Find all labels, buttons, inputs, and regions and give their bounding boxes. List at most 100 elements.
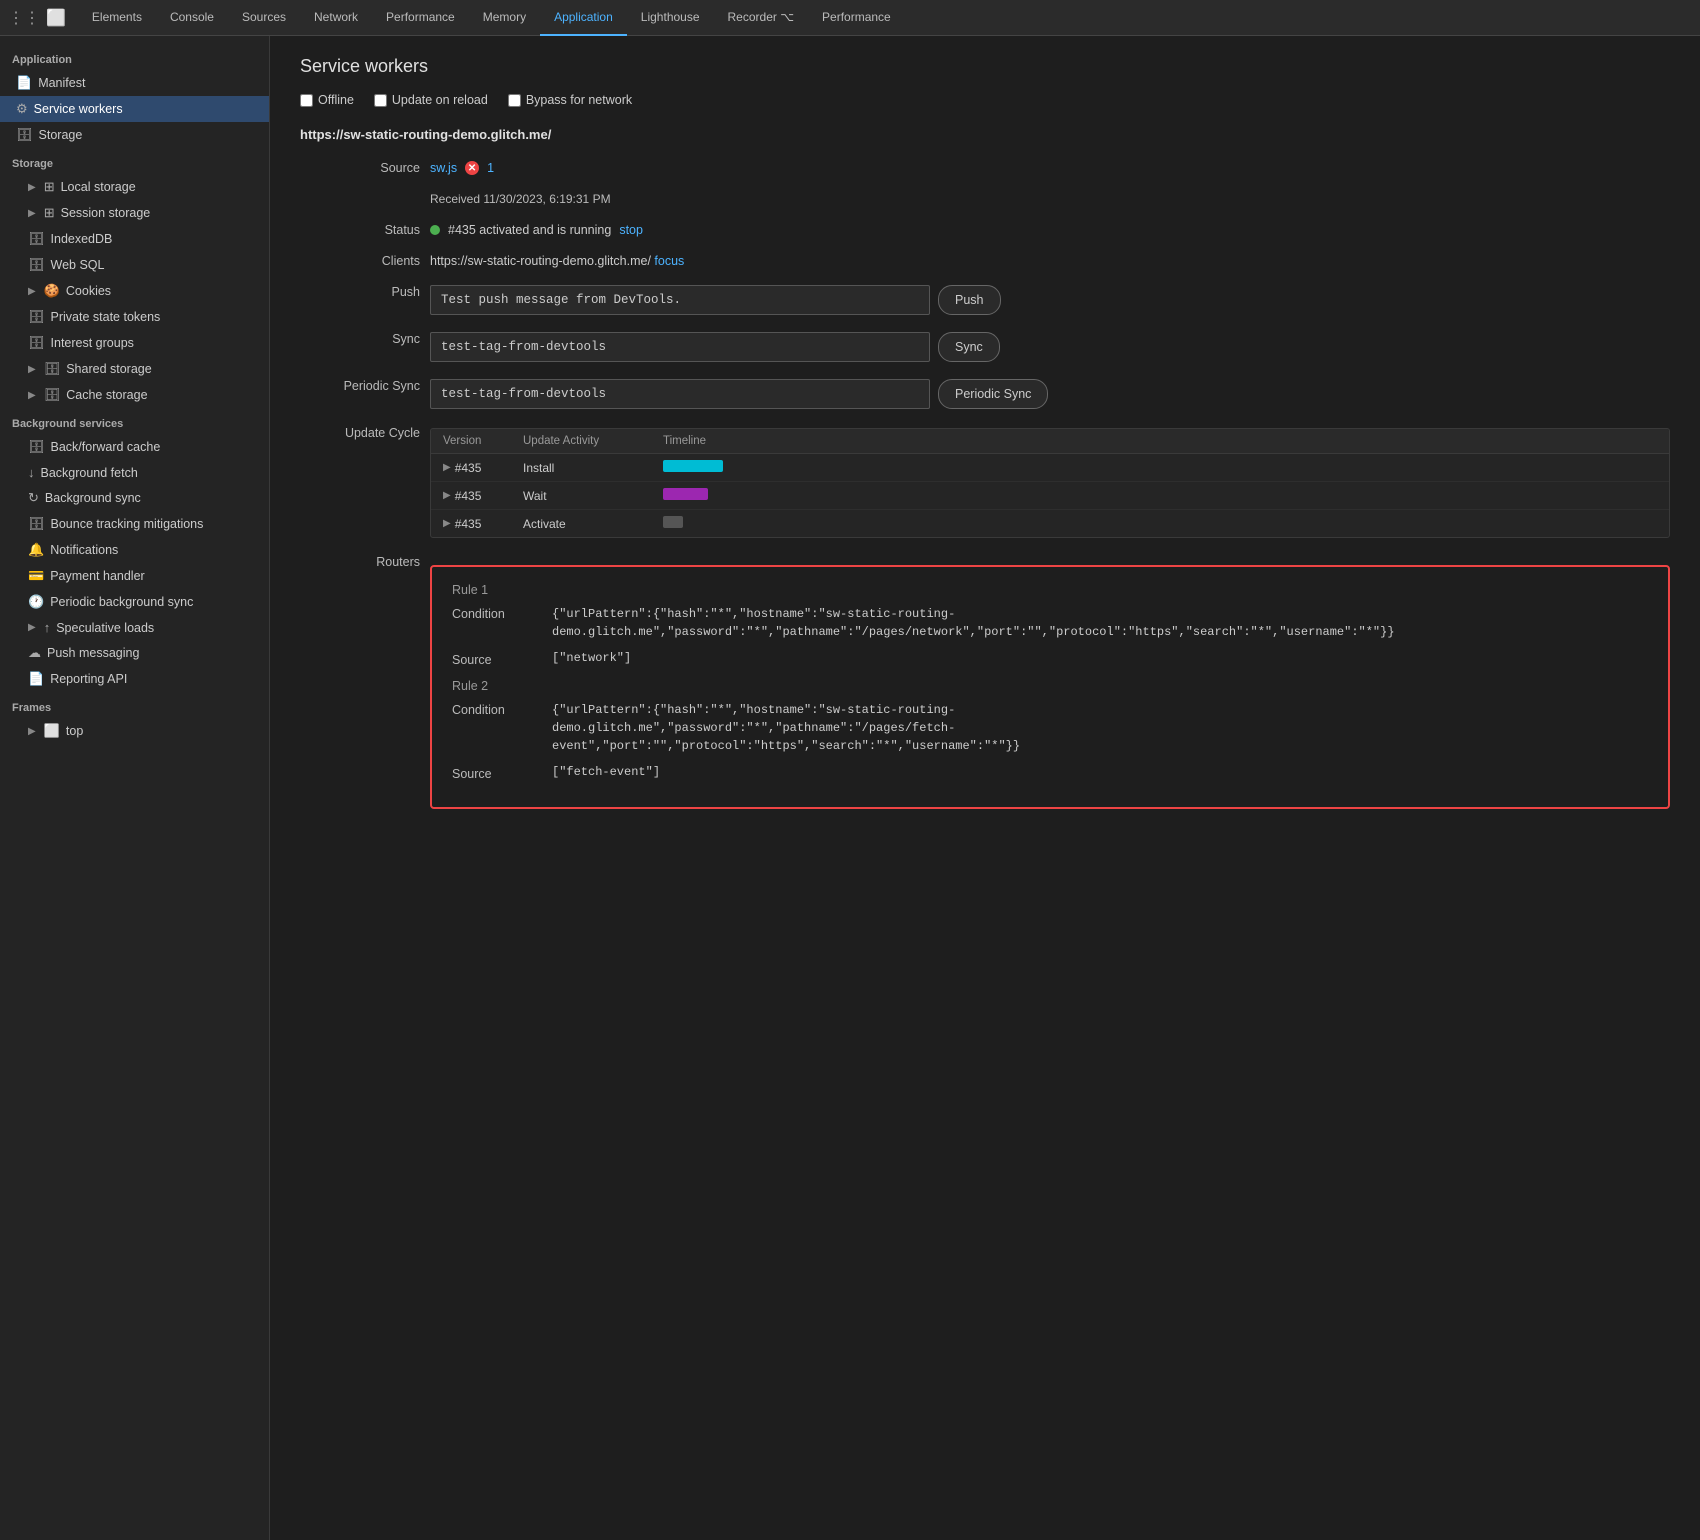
version-num-wait: #435 xyxy=(455,489,482,503)
sidebar-item-private-state[interactable]: 🗄 Private state tokens xyxy=(0,304,269,330)
rule1-condition-value: {"urlPattern":{"hash":"*","hostname":"sw… xyxy=(552,605,1012,641)
sidebar-shared-storage-label: Shared storage xyxy=(66,362,151,376)
sidebar-item-speculative-loads[interactable]: ▶ ↑ Speculative loads xyxy=(0,615,269,640)
sidebar-item-cookies[interactable]: ▶ 🍪 Cookies xyxy=(0,278,269,304)
cookies-icon: 🍪 xyxy=(44,283,60,299)
source-error-num[interactable]: 1 xyxy=(487,161,494,175)
expand-arrow-local: ▶ xyxy=(28,182,36,193)
bypass-for-network-checkbox[interactable] xyxy=(508,94,521,107)
version-arrow-activate: ▶ xyxy=(443,518,451,529)
periodic-sync-label: Periodic Sync xyxy=(300,374,420,393)
periodic-sync-input[interactable] xyxy=(430,379,930,409)
version-arrow-install: ▶ xyxy=(443,462,451,473)
sidebar-item-bg-sync[interactable]: ↻ Background sync xyxy=(0,485,269,511)
rule1-source-value: ["network"] xyxy=(552,651,631,665)
sidebar-item-indexeddb[interactable]: 🗄 IndexedDB xyxy=(0,226,269,252)
tab-console[interactable]: Console xyxy=(156,0,228,36)
source-error-icon: ✕ xyxy=(465,161,479,175)
devtools-icon[interactable]: ⋮⋮ xyxy=(8,8,40,28)
update-on-reload-checkbox-label[interactable]: Update on reload xyxy=(374,93,488,107)
push-field-row: Push Push xyxy=(300,280,1670,315)
sidebar-item-notifications[interactable]: 🔔 Notifications xyxy=(0,537,269,563)
rule1-condition-label: Condition xyxy=(452,605,542,621)
expand-arrow-shared: ▶ xyxy=(28,364,36,375)
sidebar-item-session-storage[interactable]: ▶ ⊞ Session storage xyxy=(0,200,269,226)
notifications-icon: 🔔 xyxy=(28,542,44,558)
sidebar-item-bounce-tracking[interactable]: 🗄 Bounce tracking mitigations xyxy=(0,511,269,537)
sw-url: https://sw-static-routing-demo.glitch.me… xyxy=(300,127,1670,142)
sidebar-item-cache-storage[interactable]: ▶ 🗄 Cache storage xyxy=(0,382,269,408)
tab-lighthouse[interactable]: Lighthouse xyxy=(627,0,714,36)
reporting-api-icon: 📄 xyxy=(28,671,44,687)
sidebar-back-forward-label: Back/forward cache xyxy=(51,440,161,454)
bar-activate xyxy=(663,516,683,528)
update-on-reload-label: Update on reload xyxy=(392,93,488,107)
sync-input[interactable] xyxy=(430,332,930,362)
sidebar-item-websql[interactable]: 🗄 Web SQL xyxy=(0,252,269,278)
source-row: sw.js ✕ 1 xyxy=(430,161,1670,175)
sidebar-item-push-messaging[interactable]: ☁ Push messaging xyxy=(0,640,269,666)
col-version: Version xyxy=(443,435,523,447)
update-cycle-row-install: ▶ #435 Install xyxy=(431,454,1669,482)
tab-perf2[interactable]: Performance xyxy=(808,0,905,36)
clients-field-row: Clients https://sw-static-routing-demo.g… xyxy=(300,249,1670,268)
push-input-row: Push xyxy=(430,285,1670,315)
source-label: Source xyxy=(300,156,420,175)
routers-value: Rule 1 Condition {"urlPattern":{"hash":"… xyxy=(430,550,1670,809)
sidebar-item-manifest[interactable]: 📄 Manifest xyxy=(0,70,269,96)
tab-elements[interactable]: Elements xyxy=(78,0,156,36)
offline-checkbox-label[interactable]: Offline xyxy=(300,93,354,107)
sidebar-item-reporting-api[interactable]: 📄 Reporting API xyxy=(0,666,269,692)
sidebar-item-service-workers[interactable]: ⚙ Service workers xyxy=(0,96,269,122)
tab-sources[interactable]: Sources xyxy=(228,0,300,36)
tab-bar: ⋮⋮ ⬜ Elements Console Sources Network Pe… xyxy=(0,0,1700,36)
manifest-icon: 📄 xyxy=(16,75,32,91)
tab-network[interactable]: Network xyxy=(300,0,372,36)
push-button[interactable]: Push xyxy=(938,285,1001,315)
sidebar-item-interest-groups[interactable]: 🗄 Interest groups xyxy=(0,330,269,356)
sidebar-websql-label: Web SQL xyxy=(51,258,105,272)
bypass-for-network-checkbox-label[interactable]: Bypass for network xyxy=(508,93,632,107)
sidebar-item-storage-main[interactable]: 🗄 Storage xyxy=(0,122,269,148)
version-cell-435-wait: ▶ #435 xyxy=(443,489,523,503)
status-text: #435 activated and is running xyxy=(448,223,611,237)
shared-storage-icon: 🗄 xyxy=(44,361,61,377)
update-on-reload-checkbox[interactable] xyxy=(374,94,387,107)
periodic-sync-button[interactable]: Periodic Sync xyxy=(938,379,1048,409)
sidebar-item-bg-fetch[interactable]: ↓ Background fetch xyxy=(0,460,269,485)
sidebar-item-shared-storage[interactable]: ▶ 🗄 Shared storage xyxy=(0,356,269,382)
sidebar-item-local-storage[interactable]: ▶ ⊞ Local storage xyxy=(0,174,269,200)
tab-application[interactable]: Application xyxy=(540,0,627,36)
sidebar-manifest-label: Manifest xyxy=(38,76,85,90)
sidebar-interest-groups-label: Interest groups xyxy=(51,336,134,350)
tab-recorder[interactable]: Recorder ⌥ xyxy=(714,0,809,36)
col-update-activity: Update Activity xyxy=(523,435,663,447)
received-value: Received 11/30/2023, 6:19:31 PM xyxy=(430,187,1670,206)
sidebar-item-payment-handler[interactable]: 💳 Payment handler xyxy=(0,563,269,589)
section-storage: Storage xyxy=(0,148,269,174)
sidebar-private-state-label: Private state tokens xyxy=(51,310,161,324)
status-stop-link[interactable]: stop xyxy=(619,223,643,237)
source-file-link[interactable]: sw.js xyxy=(430,161,457,175)
sidebar-sw-label: Service workers xyxy=(34,102,123,116)
tab-memory[interactable]: Memory xyxy=(469,0,540,36)
sidebar-item-frames-top[interactable]: ▶ ⬜ top xyxy=(0,718,269,744)
sidebar-indexeddb-label: IndexedDB xyxy=(51,232,113,246)
version-num-activate: #435 xyxy=(455,517,482,531)
tab-performance[interactable]: Performance xyxy=(372,0,469,36)
dock-icon[interactable]: ⬜ xyxy=(46,8,66,28)
push-input[interactable] xyxy=(430,285,930,315)
periodic-sync-field-row: Periodic Sync Periodic Sync xyxy=(300,374,1670,409)
source-value: sw.js ✕ 1 xyxy=(430,156,1670,175)
clients-focus-link[interactable]: focus xyxy=(654,254,684,268)
sidebar-item-periodic-bg-sync[interactable]: 🕐 Periodic background sync xyxy=(0,589,269,615)
sidebar-bg-sync-label: Background sync xyxy=(45,491,141,505)
routers-box: Rule 1 Condition {"urlPattern":{"hash":"… xyxy=(430,565,1670,809)
sidebar-item-back-forward[interactable]: 🗄 Back/forward cache xyxy=(0,434,269,460)
periodic-sync-input-row: Periodic Sync xyxy=(430,379,1670,409)
update-cycle-value: Version Update Activity Timeline ▶ #435 … xyxy=(430,421,1670,538)
sidebar-storage-label: Storage xyxy=(39,128,83,142)
checkbox-row: Offline Update on reload Bypass for netw… xyxy=(300,93,1670,107)
sync-button[interactable]: Sync xyxy=(938,332,1000,362)
offline-checkbox[interactable] xyxy=(300,94,313,107)
